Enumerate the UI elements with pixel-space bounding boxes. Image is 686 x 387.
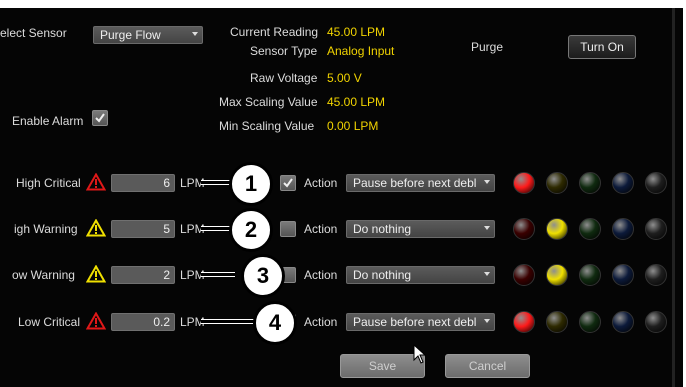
chevron-down-icon: [484, 226, 490, 230]
status-led: [546, 218, 568, 240]
sensor-dropdown-value: Purge Flow: [100, 28, 161, 42]
alarm-label: ow Warning: [12, 268, 75, 282]
mouse-cursor-icon: [413, 344, 427, 364]
action-dropdown[interactable]: Do nothing: [346, 266, 495, 284]
action-label: Action: [304, 268, 338, 282]
sensor-dropdown[interactable]: Purge Flow: [93, 26, 203, 44]
chevron-down-icon: [192, 32, 198, 36]
action-dropdown-value: Do nothing: [353, 268, 412, 282]
chevron-down-icon: [484, 180, 490, 184]
current-reading-label: Current Reading: [230, 25, 319, 39]
action-label: Action: [304, 176, 338, 190]
threshold-input[interactable]: 5: [111, 220, 175, 238]
alarm-label: High Critical: [16, 176, 81, 190]
alarm-enable-checkbox[interactable]: [280, 175, 296, 191]
chevron-down-icon: [484, 272, 490, 276]
critical-icon: [85, 172, 107, 191]
status-led: [612, 311, 634, 333]
callout-number: 4: [253, 301, 297, 345]
status-led: [645, 172, 667, 194]
status-led: [513, 218, 535, 240]
action-dropdown-value: Pause before next debl: [353, 315, 477, 329]
threshold-input[interactable]: 0.2: [111, 313, 175, 331]
turn-on-button[interactable]: Turn On: [568, 35, 636, 59]
alarm-label: Low Critical: [18, 315, 81, 329]
action-dropdown[interactable]: Pause before next debl: [346, 174, 495, 192]
raw-voltage-value: 5.00 V: [327, 71, 362, 85]
alarm-label: igh Warning: [14, 222, 78, 236]
callout-leader: [201, 272, 235, 277]
checkmark-icon: [283, 178, 293, 188]
select-sensor-label: elect Sensor: [0, 26, 67, 40]
enable-alarm-label: Enable Alarm: [12, 114, 84, 128]
callout-number: 3: [241, 254, 285, 298]
status-led: [579, 311, 601, 333]
purge-label: Purge: [471, 40, 504, 54]
chevron-down-icon: [484, 319, 490, 323]
status-led: [612, 172, 634, 194]
status-led: [546, 311, 568, 333]
status-led: [513, 311, 535, 333]
warning-icon: [85, 264, 107, 283]
sensor-settings-panel: elect Sensor Purge Flow Current Reading …: [0, 8, 683, 387]
min-scaling-label: Min Scaling Value: [219, 119, 315, 133]
max-scaling-label: Max Scaling Value: [219, 95, 318, 109]
status-led: [546, 264, 568, 286]
status-led: [645, 264, 667, 286]
status-led: [513, 264, 535, 286]
action-dropdown-value: Do nothing: [353, 222, 412, 236]
status-led: [645, 218, 667, 240]
threshold-input[interactable]: 2: [111, 266, 175, 284]
callout-leader: [201, 319, 256, 324]
status-led: [579, 264, 601, 286]
cancel-button[interactable]: Cancel: [445, 354, 530, 378]
alarm-enable-checkbox[interactable]: [280, 221, 296, 237]
callout-number: 1: [229, 162, 273, 206]
status-led: [546, 172, 568, 194]
checkmark-icon: [95, 113, 105, 123]
status-led: [645, 311, 667, 333]
action-label: Action: [304, 222, 338, 236]
threshold-input[interactable]: 6: [111, 174, 175, 192]
action-label: Action: [304, 315, 338, 329]
status-led: [579, 172, 601, 194]
status-led: [612, 264, 634, 286]
warning-icon: [85, 218, 107, 237]
callout-number: 2: [229, 208, 273, 252]
sensor-type-value: Analog Input: [327, 44, 395, 58]
critical-icon: [85, 311, 107, 330]
scrollbar-track[interactable]: [672, 8, 675, 387]
status-led: [513, 172, 535, 194]
status-led: [612, 218, 634, 240]
enable-alarm-checkbox[interactable]: [92, 110, 108, 126]
action-dropdown[interactable]: Do nothing: [346, 220, 495, 238]
sensor-type-label: Sensor Type: [250, 44, 318, 58]
min-scaling-value: 0.00 LPM: [327, 119, 379, 133]
action-dropdown[interactable]: Pause before next debl: [346, 313, 495, 331]
status-led: [579, 218, 601, 240]
current-reading-value: 45.00 LPM: [327, 25, 386, 39]
raw-voltage-label: Raw Voltage: [250, 71, 318, 85]
action-dropdown-value: Pause before next debl: [353, 176, 477, 190]
max-scaling-value: 45.00 LPM: [327, 95, 386, 109]
